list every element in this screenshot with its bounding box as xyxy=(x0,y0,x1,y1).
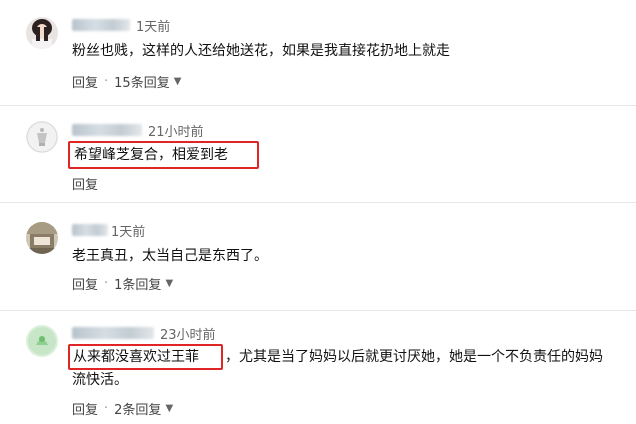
username-blurred[interactable] xyxy=(72,327,154,339)
comment-text-highlighted: 从来都没喜欢过王菲 xyxy=(73,349,199,365)
comment-text: 老王真丑，太当自己是东西了。 xyxy=(72,248,268,264)
comment-text: 希望峰芝复合，相爱到老 xyxy=(74,147,228,163)
view-replies-button[interactable]: 1条回复 xyxy=(114,274,161,293)
reply-button[interactable]: 回复 xyxy=(72,274,98,293)
user-avatar[interactable] xyxy=(26,325,58,357)
username-blurred[interactable] xyxy=(72,19,130,31)
comment-text: 粉丝也贱，这样的人还给她送花，如果是我直接花扔地上就走 xyxy=(72,43,450,59)
reply-button[interactable]: 回复 xyxy=(72,399,98,418)
user-avatar[interactable] xyxy=(26,121,58,153)
reply-button[interactable]: 回复 xyxy=(72,174,98,193)
comment-time: 23小时前 xyxy=(160,328,216,343)
comment-actions: 回复 · 15条回复 ▼ xyxy=(72,72,181,91)
comment-actions: 回复 xyxy=(72,174,98,193)
comment-actions: 回复 · 2条回复 ▼ xyxy=(72,399,173,418)
user-avatar[interactable] xyxy=(26,222,58,254)
comment-item: 21小时前 希望峰芝复合，相爱到老 回复 xyxy=(0,106,636,202)
comment-actions: 回复 · 1条回复 ▼ xyxy=(72,274,173,293)
chevron-down-icon[interactable]: ▼ xyxy=(174,76,182,87)
comment-item: 23小时前 从来都没喜欢过王菲 ，尤其是当了妈妈以后就更讨厌她，她是一个不负责任… xyxy=(0,311,636,424)
user-avatar[interactable] xyxy=(26,17,58,49)
separator-dot: · xyxy=(104,276,109,291)
reply-button[interactable]: 回复 xyxy=(72,72,98,91)
chevron-down-icon[interactable]: ▼ xyxy=(165,278,173,289)
comment-time: 21小时前 xyxy=(148,125,204,140)
comment-feed: 1天前 粉丝也贱，这样的人还给她送花，如果是我直接花扔地上就走 回复 · 15条… xyxy=(0,0,636,424)
separator-dot: · xyxy=(104,401,109,416)
username-blurred[interactable] xyxy=(72,224,108,236)
chevron-down-icon[interactable]: ▼ xyxy=(165,403,173,414)
separator-dot: · xyxy=(104,74,109,89)
comment-item: 1天前 粉丝也贱，这样的人还给她送花，如果是我直接花扔地上就走 回复 · 15条… xyxy=(0,0,636,105)
comment-item: 1天前 老王真丑，太当自己是东西了。 回复 · 1条回复 ▼ xyxy=(0,203,636,310)
comment-text: ，尤其是当了妈妈以后就更讨厌她，她是一个不负责任的妈妈 xyxy=(225,349,603,365)
view-replies-button[interactable]: 15条回复 xyxy=(114,72,170,91)
comment-text-continued: 流快活。 xyxy=(72,372,128,388)
comment-time: 1天前 xyxy=(136,20,171,35)
view-replies-button[interactable]: 2条回复 xyxy=(114,399,161,418)
comment-time: 1天前 xyxy=(111,225,146,240)
username-blurred[interactable] xyxy=(72,124,142,136)
